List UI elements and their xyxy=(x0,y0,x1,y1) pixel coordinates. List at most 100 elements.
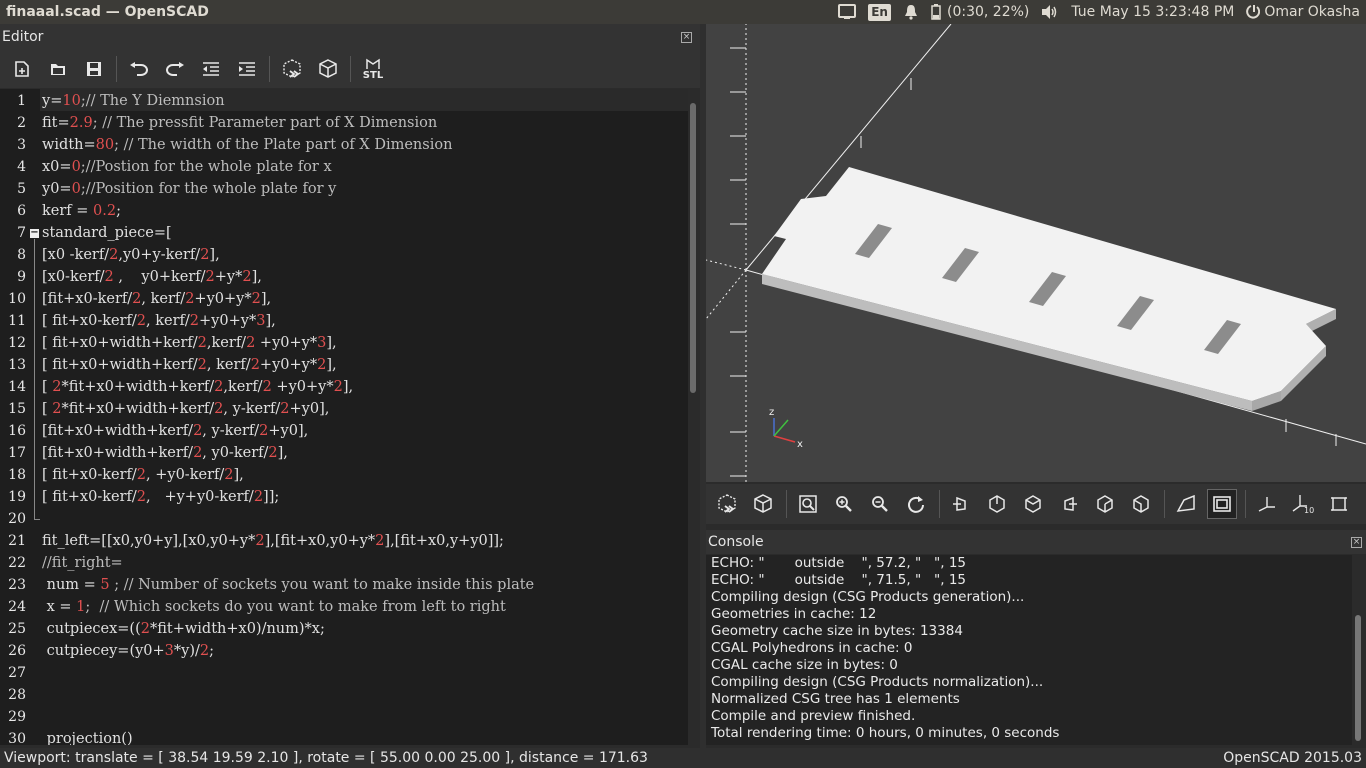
redo-icon[interactable] xyxy=(159,53,191,85)
view-top-icon[interactable] xyxy=(982,489,1012,519)
code-token: width= xyxy=(42,137,96,153)
view-back-icon[interactable] xyxy=(1126,489,1156,519)
view-front-icon[interactable] xyxy=(1090,489,1120,519)
console-close-button[interactable]: × xyxy=(1351,536,1362,548)
view-right-icon[interactable] xyxy=(946,489,976,519)
code-token: ,y0+y-kerf/ xyxy=(118,247,201,263)
code-line: [ fit+x0-kerf/2, +y+y0-kerf/2]]; xyxy=(42,486,279,508)
export-stl-label: STL xyxy=(362,69,384,81)
editor-close-button[interactable]: × xyxy=(681,31,692,43)
zoom-out-icon[interactable] xyxy=(865,489,895,519)
line-number: 20 xyxy=(8,511,26,527)
code-token: 2 xyxy=(193,445,203,461)
code-token: ], xyxy=(326,357,337,373)
undo-icon[interactable] xyxy=(123,53,155,85)
zoom-in-icon[interactable] xyxy=(829,489,859,519)
toolbar-separator xyxy=(786,490,787,518)
toolbar-separator xyxy=(350,56,351,82)
code-line: y0=0;//Position for the whole plate for … xyxy=(42,178,336,200)
code-line: projection() xyxy=(42,728,133,745)
code-token: 0 xyxy=(71,159,81,175)
show-edges-icon[interactable] xyxy=(1324,489,1354,519)
code-token: [ fit+x0+width+kerf/ xyxy=(42,357,198,373)
show-scale-markers-icon[interactable]: 10 xyxy=(1288,489,1318,519)
code-token: +y0+y* xyxy=(271,379,334,395)
code-token: ], xyxy=(326,335,337,351)
render-icon[interactable] xyxy=(748,489,778,519)
code-token: ; xyxy=(209,643,215,659)
new-file-icon[interactable] xyxy=(6,53,38,85)
editor-scrollbar[interactable] xyxy=(688,89,700,745)
code-token: x = xyxy=(42,599,77,615)
editor-toolbar: STL xyxy=(0,50,700,88)
code-token: 2 xyxy=(197,335,207,351)
code-token: ; // The width of the Plate part of X Di… xyxy=(114,137,453,153)
console-scrollbar[interactable] xyxy=(1352,555,1366,745)
toolbar-separator xyxy=(939,490,940,518)
code-token: , +y0-kerf/ xyxy=(146,467,225,483)
code-token: y xyxy=(42,93,51,109)
code-token: 2 xyxy=(136,489,147,505)
code-token: 2 xyxy=(199,643,210,659)
battery-icon xyxy=(931,4,941,20)
console-line: CGAL cache size in bytes: 0 xyxy=(711,657,898,673)
code-token: x0= xyxy=(42,159,72,175)
volume-icon[interactable] xyxy=(1035,0,1065,24)
export-stl-icon[interactable]: STL xyxy=(357,53,389,85)
code-token: [ fit+x0+width+kerf/ xyxy=(42,335,198,351)
code-token: , y0+kerf/ xyxy=(113,269,206,285)
perspective-icon[interactable] xyxy=(1171,489,1201,519)
orthogonal-icon[interactable] xyxy=(1207,489,1237,519)
view-bottom-icon[interactable] xyxy=(1018,489,1048,519)
line-number: 7 xyxy=(17,225,26,241)
view-all-icon[interactable] xyxy=(793,489,823,519)
render-icon[interactable] xyxy=(312,53,344,85)
code-line: [x0-kerf/2 , y0+kerf/2+y*2], xyxy=(42,266,262,288)
code-token: 2 xyxy=(197,357,207,373)
x-axis-negative-line xyxy=(706,259,747,271)
battery-indicator[interactable]: (0:30, 22%) xyxy=(925,0,1035,24)
code-token: 2 xyxy=(280,401,290,417)
code-token: cutpiecex=(( xyxy=(42,621,141,637)
reset-view-icon[interactable] xyxy=(901,489,931,519)
version-label: OpenSCAD 2015.03 xyxy=(1223,750,1362,766)
3d-viewport[interactable]: z x xyxy=(706,24,1366,482)
keyboard-layout-indicator[interactable]: En xyxy=(862,0,897,24)
fold-toggle-icon[interactable]: − xyxy=(30,228,39,238)
code-token: ,kerf/ xyxy=(223,379,263,395)
console-line: ECHO: " outside ", 71.5, " ", 15 xyxy=(711,572,967,588)
code-token: [ xyxy=(42,379,53,395)
editor-scrollbar-thumb[interactable] xyxy=(690,103,696,393)
line-number: 10 xyxy=(8,291,26,307)
code-line: [fit+x0+width+kerf/2, y0-kerf/2], xyxy=(42,442,288,464)
code-token: 2 xyxy=(205,269,215,285)
code-line: [ 2*fit+x0+width+kerf/2, y-kerf/2+y0], xyxy=(42,398,329,420)
code-line: [fit+x0+width+kerf/2, y-kerf/2+y0], xyxy=(42,420,308,442)
clock[interactable]: Tue May 15 3:23:48 PM xyxy=(1065,0,1240,24)
console-output[interactable]: ECHO: " outside ", 57.2, " ", 15 ECHO: " … xyxy=(706,555,1352,745)
notification-bell-icon[interactable] xyxy=(897,0,925,24)
preview-icon[interactable] xyxy=(276,53,308,85)
network-icon[interactable] xyxy=(832,0,862,24)
code-token: +y* xyxy=(214,269,243,285)
code-editor[interactable]: 1 2 3 4 5 6 7 8 9 10 11 12 13 14 15 16 17 18 19 20 21 22 23 24 2… xyxy=(0,89,688,745)
line-number: 16 xyxy=(8,423,26,439)
view-left-icon[interactable] xyxy=(1054,489,1084,519)
open-file-icon[interactable] xyxy=(42,53,74,85)
line-number: 9 xyxy=(17,269,26,285)
code-token: ;//Postion for the whole plate for x xyxy=(80,159,332,175)
code-token: [ xyxy=(42,401,53,417)
code-token: +y0+y* xyxy=(255,335,318,351)
save-icon[interactable] xyxy=(78,53,110,85)
line-number: 15 xyxy=(8,401,26,417)
unindent-icon[interactable] xyxy=(195,53,227,85)
user-menu[interactable]: Omar Okasha xyxy=(1240,0,1366,24)
indent-icon[interactable] xyxy=(231,53,263,85)
code-line: num = 5 ; // Number of sockets you want … xyxy=(42,574,535,596)
show-axes-icon[interactable] xyxy=(1252,489,1282,519)
viewport-status: Viewport: translate = [ 38.54 19.59 2.10… xyxy=(4,750,648,766)
console-scrollbar-thumb[interactable] xyxy=(1355,615,1361,741)
code-line: cutpiecex=((2*fit+width+x0)/num)*x; xyxy=(42,618,325,640)
preview-icon[interactable] xyxy=(712,489,742,519)
code-token: [ fit+x0-kerf/ xyxy=(42,489,137,505)
